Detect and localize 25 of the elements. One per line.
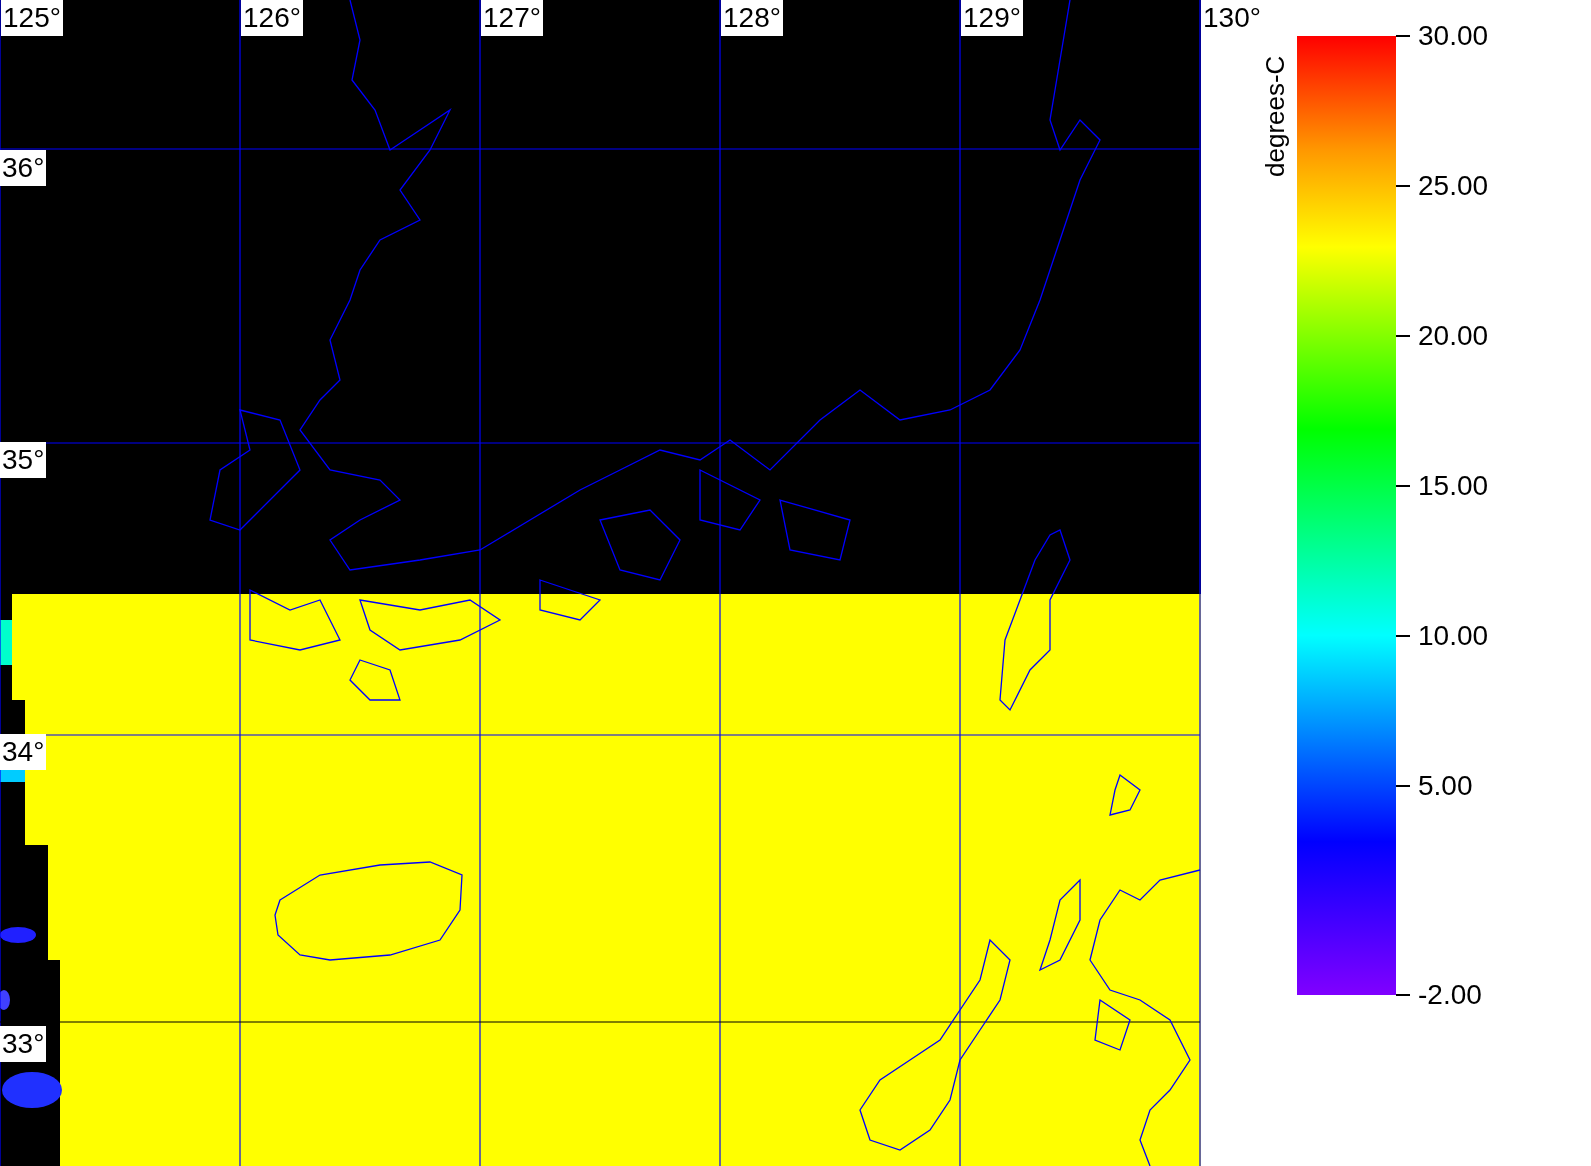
longitude-label: 127° <box>481 0 543 36</box>
colorbar-tick-label: 25.00 <box>1418 170 1489 202</box>
latitude-label: 36° <box>0 150 47 186</box>
colorbar-tick-label: -2.00 <box>1418 979 1482 1011</box>
colorbar-unit-label: degrees-C <box>1260 54 1290 177</box>
tick-mark <box>1396 335 1410 337</box>
tick-mark <box>1396 185 1410 187</box>
tick-mark <box>1396 635 1410 637</box>
tick-mark <box>1396 35 1410 37</box>
latitude-label: 34° <box>0 734 47 770</box>
longitude-label: 125° <box>1 0 63 36</box>
colorbar-tick-label: 20.00 <box>1418 320 1489 352</box>
longitude-label: 126° <box>241 0 303 36</box>
tick-mark <box>1396 785 1410 787</box>
longitude-label: 128° <box>721 0 783 36</box>
longitude-label: 130° <box>1202 1 1262 35</box>
colorbar-tick-label: 15.00 <box>1418 470 1489 502</box>
tick-mark <box>1396 485 1410 487</box>
longitude-label: 129° <box>961 0 1023 36</box>
colorbar-tick-label: 30.00 <box>1418 20 1489 52</box>
colorbar-tick-label: 10.00 <box>1418 620 1489 652</box>
colorbar-tick-label: 5.00 <box>1418 770 1473 802</box>
tick-mark <box>1396 994 1410 996</box>
latitude-label: 33° <box>0 1026 47 1062</box>
latitude-label: 35° <box>0 442 47 478</box>
